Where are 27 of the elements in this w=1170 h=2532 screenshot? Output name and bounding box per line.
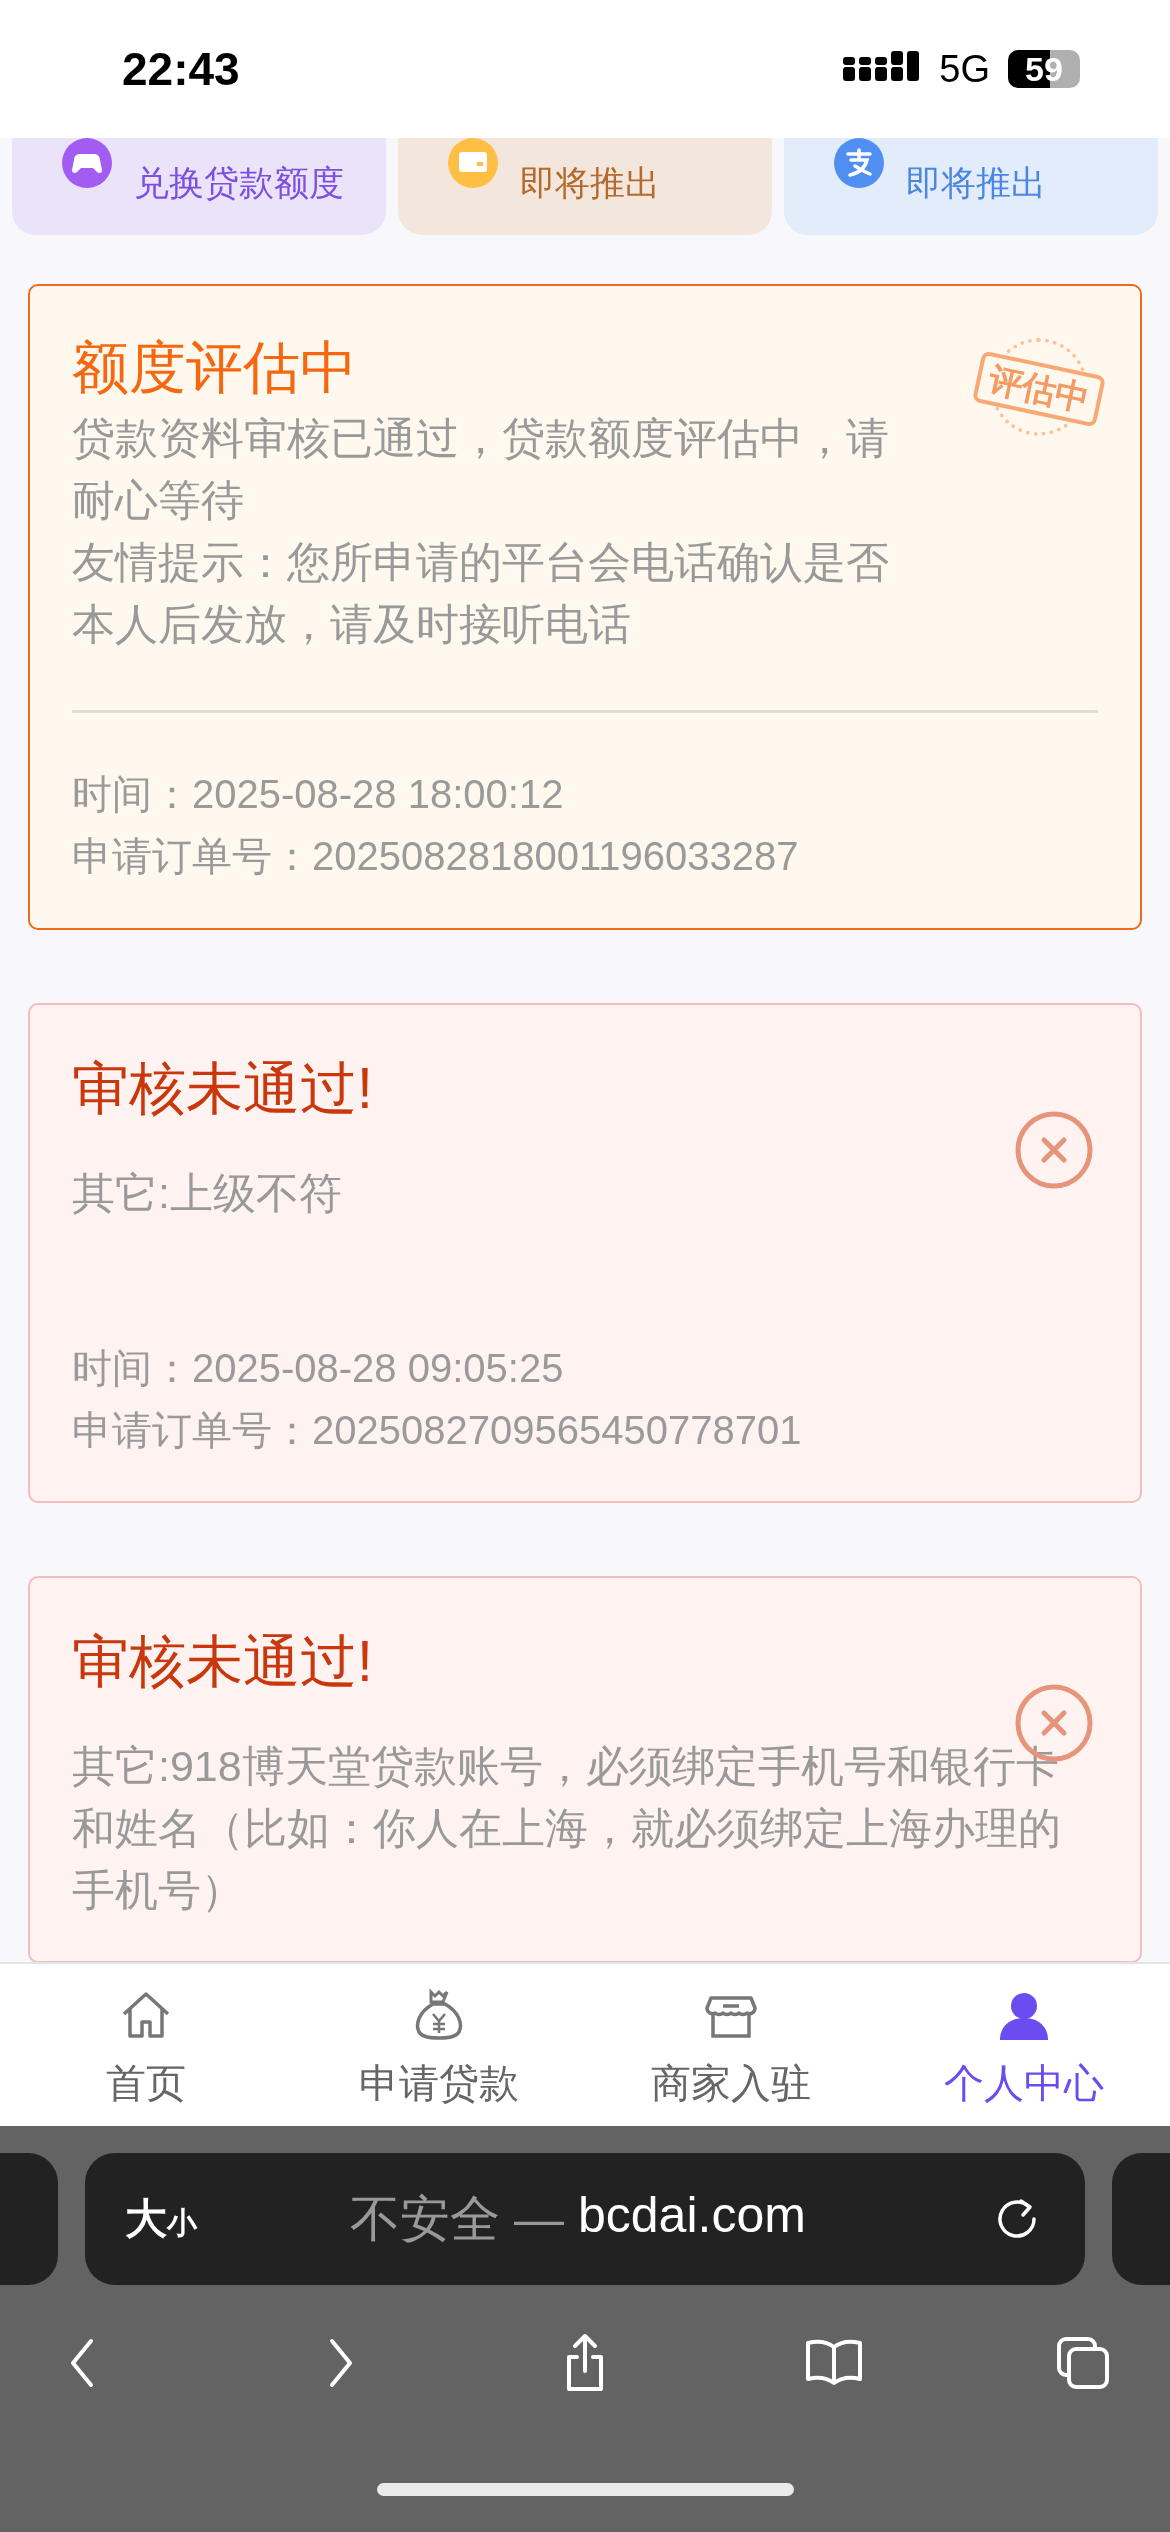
feature-tile[interactable]: 即将推出 xyxy=(398,138,772,235)
clock-time: 22:43 xyxy=(122,42,240,96)
tab-item[interactable]: 商家入驻 xyxy=(585,1964,878,2126)
order-number: 申请订单号：2025082818001196033287 xyxy=(72,833,800,880)
record-message: 其它:上级不符 xyxy=(72,1168,343,1219)
security-warning: 不安全 — xyxy=(350,2189,564,2249)
url-text: bcdai.com xyxy=(578,2185,806,2245)
tab-item[interactable]: 个人中心 xyxy=(877,1964,1170,2126)
order-number: 申请订单号：2025082709565450778701 xyxy=(72,1407,803,1454)
tab-item[interactable]: 申请贷款 xyxy=(292,1964,585,2126)
record-message: 贷款资料审核已通过，贷款额度评估中，请耐心等待 xyxy=(72,413,890,526)
text-size-button[interactable]: 大小 xyxy=(125,2191,197,2247)
tab-preview[interactable] xyxy=(0,2153,58,2285)
record-title: 审核未通过! xyxy=(72,1055,373,1122)
feature-tile[interactable]: 兑换贷款额度 xyxy=(12,138,386,235)
tab-item[interactable]: 首页 xyxy=(0,1964,293,2126)
network-label: 5G xyxy=(939,47,990,91)
record-title: 额度评估中 xyxy=(72,334,357,401)
record-time: 时间：2025-08-28 18:00:12 xyxy=(72,771,565,818)
record-title: 审核未通过! xyxy=(72,1628,373,1695)
record-message: 其它:918博天堂贷款账号，必须绑定手机号和银行卡和姓名（比如：你人在上海，就必须绑定上海办理的手机号） xyxy=(72,1741,1062,1916)
record-time: 时间：2025-08-28 09:05:25 xyxy=(72,1345,565,1392)
address-bar[interactable]: 大小 不安全 — bcdai.com xyxy=(85,2153,1085,2285)
feature-tile[interactable]: 即将推出 xyxy=(784,138,1158,235)
tab-preview[interactable] xyxy=(1112,2153,1170,2285)
close-circle-icon xyxy=(1014,1110,1094,1190)
record-message: 友情提示：您所申请的平台会电话确认是否本人后发放，请及时接听电话 xyxy=(72,537,890,650)
